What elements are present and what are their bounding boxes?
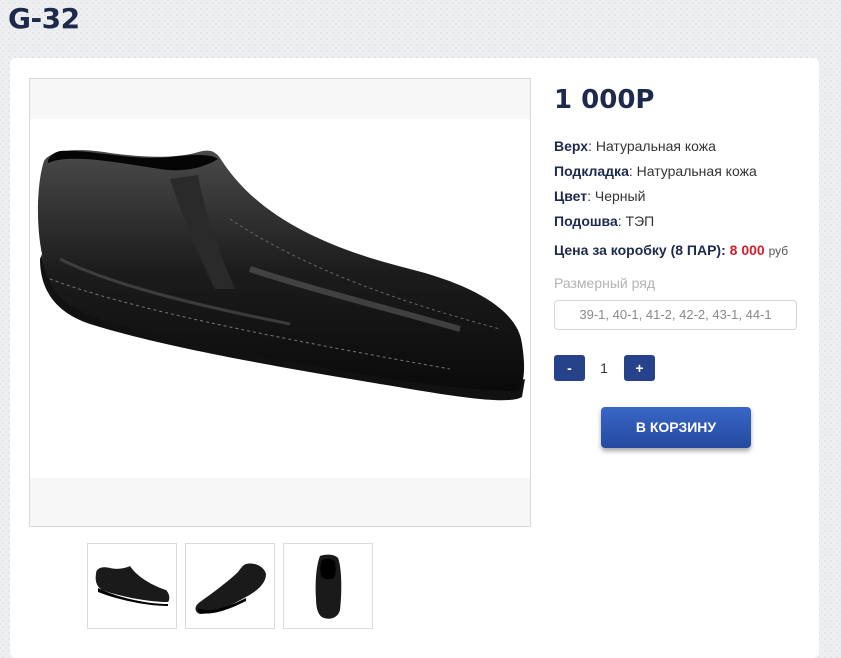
thumbnail-2[interactable] <box>185 543 275 629</box>
product-price: 1 000Р <box>554 85 655 115</box>
spec-label: Верх <box>554 138 589 154</box>
box-price-label: Цена за коробку (8 ПАР): <box>554 242 726 258</box>
spec-label: Цвет <box>554 188 588 204</box>
thumbnail-1[interactable] <box>87 543 177 629</box>
shoe-image <box>37 150 525 401</box>
spec-lining: Подкладка: Натуральная кожа <box>554 163 757 179</box>
quantity-input[interactable]: 1 <box>585 355 623 381</box>
box-price: Цена за коробку (8 ПАР): 8 000 руб <box>554 242 788 258</box>
spec-upper: Верх: Натуральная кожа <box>554 138 716 154</box>
spec-value: Натуральная кожа <box>595 138 716 154</box>
shoe-thumbnail-icon <box>315 554 342 619</box>
quantity-increase-button[interactable]: + <box>624 355 655 381</box>
size-select[interactable]: 39-1, 40-1, 41-2, 42-2, 43-1, 44-1 <box>554 300 797 330</box>
thumbnail-3[interactable] <box>283 543 373 629</box>
spec-sole: Подошва: ТЭП <box>554 213 655 229</box>
spec-value: Натуральная кожа <box>636 163 757 179</box>
spec-color: Цвет: Черный <box>554 188 646 204</box>
quantity-decrease-button[interactable]: - <box>554 355 585 381</box>
box-price-currency: руб <box>768 244 789 258</box>
spec-label: Подкладка <box>554 163 629 179</box>
page-title: G-32 <box>8 2 80 35</box>
spec-value: Черный <box>594 188 646 204</box>
spec-value: ТЭП <box>625 213 655 229</box>
shoe-thumbnail-icon <box>95 566 170 606</box>
spec-label: Подошва <box>554 213 618 229</box>
shoe-thumbnail-icon <box>195 563 266 614</box>
add-to-cart-button[interactable]: В КОРЗИНУ <box>601 407 751 448</box>
size-label: Размерный ряд <box>554 275 656 291</box>
product-main-image[interactable] <box>29 78 531 527</box>
box-price-value: 8 000 <box>729 242 765 258</box>
